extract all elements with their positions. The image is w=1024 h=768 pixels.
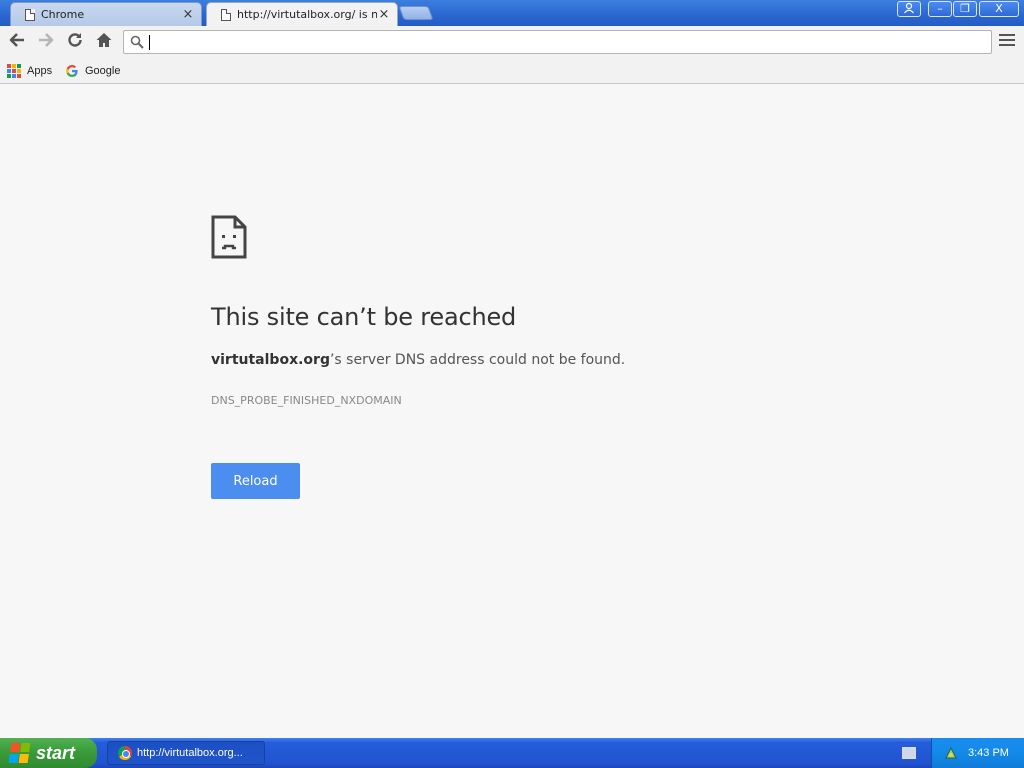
reload-button[interactable]: Reload	[211, 463, 300, 499]
error-code[interactable]: DNS_PROBE_FINISHED_NXDOMAIN	[211, 394, 402, 407]
omnibox-input[interactable]	[150, 33, 980, 51]
start-button[interactable]: start	[0, 738, 97, 768]
keyboard-icon[interactable]	[902, 747, 916, 759]
tab-active[interactable]: http://virtutalbox.org/ is not available…	[206, 2, 398, 26]
tab-chrome[interactable]: Chrome ×	[10, 2, 202, 26]
page-icon	[221, 8, 231, 21]
error-message: ’s server DNS address could not be found…	[329, 352, 626, 368]
forward-arrow-icon	[39, 33, 54, 47]
google-g-icon	[65, 64, 79, 78]
tab-close-icon[interactable]: ×	[377, 7, 391, 22]
reload-toolbar-button[interactable]	[64, 31, 86, 53]
search-icon	[130, 35, 144, 49]
windows-logo-icon	[8, 743, 32, 763]
network-icon[interactable]	[944, 746, 958, 760]
bookmarks-bar: Apps Google	[0, 58, 1024, 84]
tab-title: Chrome	[41, 8, 85, 21]
title-bar: Chrome × http://virtutalbox.org/ is not …	[0, 0, 1024, 26]
taskbar-item-label: http://virtutalbox.org...	[137, 747, 243, 759]
system-tray: 3:43 PM	[931, 738, 1024, 768]
user-profile-button[interactable]	[897, 1, 921, 17]
bookmark-apps[interactable]: Apps	[7, 62, 52, 80]
taskbar: start http://virtutalbox.org... 3:43 PM	[0, 738, 1024, 768]
user-icon	[904, 2, 914, 14]
maximize-button[interactable]: ❐	[953, 1, 977, 17]
new-tab-button[interactable]	[398, 6, 434, 20]
bookmark-label: Apps	[27, 65, 53, 77]
tab-title: http://virtutalbox.org/ is not available	[237, 8, 377, 21]
close-button[interactable]: X	[979, 1, 1019, 17]
home-icon	[96, 33, 112, 47]
tab-close-icon[interactable]: ×	[181, 7, 195, 22]
browser-toolbar	[0, 26, 1024, 58]
menu-icon	[999, 34, 1015, 36]
error-description: virtutalbox.org’s server DNS address cou…	[211, 352, 625, 368]
reload-icon	[68, 33, 82, 47]
clock[interactable]: 3:43 PM	[968, 747, 1009, 759]
back-arrow-icon	[9, 33, 24, 47]
chrome-menu-button[interactable]	[999, 34, 1015, 50]
minimize-button[interactable]: –	[928, 1, 952, 17]
omnibox[interactable]	[123, 30, 992, 54]
bookmark-label: Google	[85, 65, 121, 77]
error-domain: virtutalbox.org	[211, 352, 330, 368]
sad-page-icon	[211, 215, 247, 259]
error-page: This site can’t be reached virtutalbox.o…	[0, 85, 1024, 738]
chrome-icon	[118, 746, 132, 760]
back-button[interactable]	[6, 31, 28, 53]
taskbar-item-chrome[interactable]: http://virtutalbox.org...	[107, 741, 265, 765]
home-button[interactable]	[93, 31, 115, 53]
bookmark-google[interactable]: Google	[65, 62, 120, 80]
start-label: start	[36, 742, 76, 763]
error-title: This site can’t be reached	[211, 303, 517, 331]
forward-button[interactable]	[35, 31, 57, 53]
page-icon	[25, 8, 35, 21]
apps-grid-icon	[7, 64, 21, 78]
